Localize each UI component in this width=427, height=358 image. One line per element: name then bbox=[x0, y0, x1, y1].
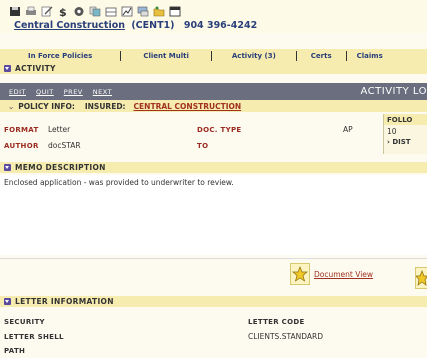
settings-icon[interactable] bbox=[72, 5, 85, 17]
document-view-link[interactable]: Document View bbox=[314, 270, 373, 279]
letter-shell-label: Letter Shell bbox=[4, 333, 64, 341]
client-phone: 904 396-4242 bbox=[183, 20, 258, 31]
app-root: $ Central Construction (CENT1) 904 396-4… bbox=[0, 0, 427, 358]
format-label: Format bbox=[4, 126, 39, 134]
inbox-icon[interactable] bbox=[104, 5, 117, 17]
security-label: Security bbox=[4, 318, 45, 326]
tab-activity[interactable]: Activity (3) bbox=[212, 52, 296, 60]
path-label: Path bbox=[4, 347, 26, 355]
memo-section-title: Memo Description bbox=[15, 163, 106, 172]
letter-code-label: Letter Code bbox=[248, 318, 305, 326]
insured-label: Insured: bbox=[84, 101, 126, 111]
client-name-link[interactable]: Central Construction bbox=[14, 20, 125, 31]
doc-type-label: Doc. Type bbox=[197, 126, 242, 134]
insured-name-link[interactable]: Central Construction bbox=[134, 102, 242, 111]
follow-up-header: Follo bbox=[384, 114, 427, 125]
dollar-icon[interactable]: $ bbox=[56, 5, 69, 17]
author-value: docSTAR bbox=[48, 141, 81, 150]
tab-certs[interactable]: Certs bbox=[297, 52, 346, 60]
copy-icon[interactable] bbox=[88, 5, 101, 17]
prev-link[interactable]: Prev bbox=[64, 88, 83, 96]
tab-claims[interactable]: Claims bbox=[347, 52, 397, 60]
collapse-icon[interactable] bbox=[4, 164, 11, 171]
divider bbox=[0, 258, 427, 259]
letter-info-section-header[interactable]: Letter Information bbox=[0, 296, 427, 307]
activity-log-title: Activity Lo bbox=[360, 86, 427, 97]
toolbar-icons: $ bbox=[8, 5, 181, 17]
collapse-icon[interactable] bbox=[4, 65, 11, 72]
nav-tabs: In Force Policies Client Multi Activity … bbox=[0, 49, 427, 63]
memo-text: Enclosed application - was provided to u… bbox=[4, 178, 234, 187]
svg-text:$: $ bbox=[59, 6, 67, 17]
folder-icon[interactable] bbox=[152, 5, 165, 17]
client-header: Central Construction (CENT1) 904 396-424… bbox=[14, 20, 257, 31]
chart-icon[interactable] bbox=[120, 5, 133, 17]
document-view-group: Document View bbox=[290, 263, 373, 285]
letter-shell-value: CLIENTS.STANDARD bbox=[248, 332, 323, 341]
quit-link[interactable]: Quit bbox=[36, 88, 54, 96]
chevron-down-icon: ⌄ bbox=[8, 101, 15, 111]
next-link[interactable]: Next bbox=[93, 88, 112, 96]
memo-section-header[interactable]: Memo Description bbox=[0, 162, 427, 173]
follow-up-value: 10 bbox=[387, 127, 397, 136]
client-code: (CENT1) bbox=[131, 20, 175, 31]
calendar-icon[interactable] bbox=[168, 5, 181, 17]
policy-info-bar: ⌄ Policy Info: Insured: Central Construc… bbox=[0, 100, 427, 112]
star-document-icon[interactable] bbox=[290, 263, 310, 285]
activity-section-header[interactable]: Activity bbox=[0, 63, 427, 74]
toolbar: $ Central Construction (CENT1) 904 396-4… bbox=[0, 0, 427, 33]
to-label: To bbox=[197, 142, 209, 150]
star-document-icon[interactable] bbox=[415, 267, 427, 289]
message-icon[interactable] bbox=[136, 5, 149, 17]
action-bar: Edit Quit Prev Next Activity Lo bbox=[0, 83, 427, 100]
letter-info-section-title: Letter Information bbox=[15, 297, 114, 306]
tab-in-force-policies[interactable]: In Force Policies bbox=[0, 52, 120, 60]
tab-client-multi[interactable]: Client Multi bbox=[121, 52, 211, 60]
follow-up-panel: Follo 10 › Dist bbox=[383, 114, 427, 154]
save-icon[interactable] bbox=[8, 5, 21, 17]
policy-info-label: Policy Info: bbox=[18, 101, 75, 111]
memo-area[interactable] bbox=[0, 175, 427, 255]
doc-type-value: AP bbox=[343, 125, 353, 134]
edit-icon[interactable] bbox=[40, 5, 53, 17]
format-value: Letter bbox=[48, 125, 71, 134]
print-icon[interactable] bbox=[24, 5, 37, 17]
activity-section-title: Activity bbox=[15, 64, 56, 73]
dist-label-text: Dist bbox=[392, 138, 411, 146]
author-label: Author bbox=[4, 142, 39, 150]
edit-link[interactable]: Edit bbox=[9, 88, 26, 96]
collapse-icon[interactable] bbox=[4, 298, 11, 305]
dist-label[interactable]: › Dist bbox=[384, 138, 427, 146]
